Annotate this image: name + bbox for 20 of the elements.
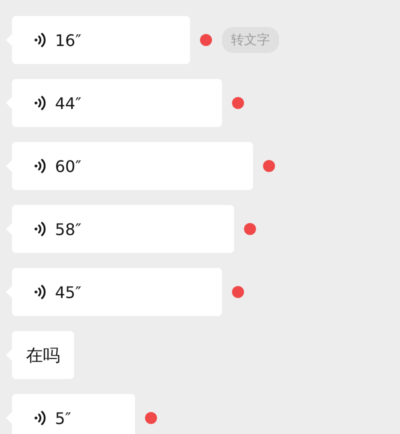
voice-icon xyxy=(34,95,46,111)
message-bubble[interactable]: 16″ xyxy=(12,16,190,64)
message-bubble[interactable]: 5″ xyxy=(12,394,135,434)
message-bubble[interactable]: 60″ xyxy=(12,142,253,190)
voice-duration: 60″ xyxy=(55,156,82,176)
voice-duration: 44″ xyxy=(55,94,82,112)
voice-duration: 58″ xyxy=(55,220,82,238)
message-bubble[interactable]: 44″ xyxy=(12,79,222,127)
voice-icon xyxy=(34,410,46,426)
message-bubble[interactable]: 58″ xyxy=(12,205,234,253)
message-bubble[interactable]: 在吗 xyxy=(12,331,74,379)
voice-icon xyxy=(34,284,46,300)
message-bubble[interactable]: 45″ xyxy=(12,268,222,316)
voice-icon xyxy=(34,32,46,48)
voice-duration: 5″ xyxy=(55,408,72,428)
voice-duration: 16″ xyxy=(55,30,82,50)
voice-icon xyxy=(34,158,46,174)
voice-duration: 45″ xyxy=(55,282,82,302)
voice-icon xyxy=(34,221,46,237)
message-text: 在吗 xyxy=(26,344,60,366)
